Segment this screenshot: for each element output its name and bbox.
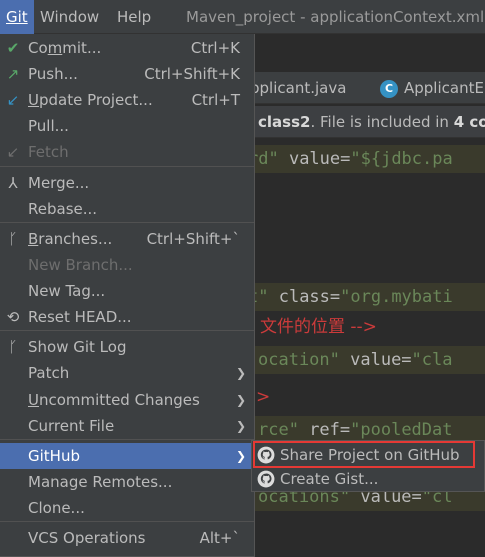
highlight-box: [253, 441, 475, 468]
menu-item-clone[interactable]: Clone...: [0, 495, 254, 521]
menu-item-label: Rebase...: [28, 200, 98, 218]
github-icon: [257, 470, 275, 488]
menu-item-push[interactable]: ↗ Push... Ctrl+Shift+K: [0, 61, 254, 87]
menu-item-label: Current File: [28, 417, 115, 435]
menu-item-label: Reset HEAD...: [28, 308, 132, 326]
shortcut-label: Ctrl+Shift+`: [146, 230, 240, 248]
menu-item-merge[interactable]: ⅄ Merge...: [0, 170, 254, 196]
window-title: Maven_project - applicationContext.xml [: [186, 8, 485, 26]
banner-count: 4 cont: [453, 113, 485, 131]
menu-item-label: Merge...: [28, 174, 90, 192]
code-attr: class=: [268, 287, 341, 307]
update-arrow-icon: ↙: [6, 91, 20, 109]
tab-label: ApplicantE: [404, 79, 484, 97]
submenu-item-label: Create Gist...: [280, 470, 379, 488]
reset-icon: ⟲: [6, 308, 20, 326]
code-string: "org.mybati: [340, 287, 453, 307]
menu-item-label: Push...: [28, 65, 78, 83]
menu-item-label: New Branch...: [28, 256, 133, 274]
git-log-icon: ᚴ: [8, 338, 18, 356]
menu-item-label: Commit...: [28, 39, 102, 57]
menu-item-rebase[interactable]: Rebase...: [0, 196, 254, 222]
menu-item-label: Update Project...: [28, 91, 153, 109]
menu-item-current-file[interactable]: Current File ❯: [0, 413, 254, 439]
menu-separator: [0, 330, 254, 331]
menu-separator: [0, 521, 254, 522]
tab-applicant-java[interactable]: pplicant.java: [250, 72, 346, 104]
chevron-right-icon: ❯: [235, 366, 246, 380]
banner-text: . File is included in: [310, 113, 454, 131]
menu-item-new-tag[interactable]: New Tag...: [0, 278, 254, 304]
menu-item-label: Uncommitted Changes: [28, 391, 200, 409]
git-menu: ✔ Commit... Ctrl+K ↗ Push... Ctrl+Shift+K ↙ Upd…: [0, 34, 255, 557]
menu-item-new-branch: New Branch...: [0, 252, 254, 278]
menu-item-vcs-operations[interactable]: VCS Operations Alt+`: [0, 525, 254, 551]
menu-item-label: Pull...: [28, 117, 69, 135]
menu-git[interactable]: Git: [0, 0, 34, 34]
menu-item-manage-remotes[interactable]: Manage Remotes...: [0, 469, 254, 495]
tab-applicant-e[interactable]: C ApplicantE: [380, 72, 484, 104]
code-attr: value=: [339, 350, 412, 370]
code-attr: value=: [278, 149, 351, 169]
menu-item-pull[interactable]: Pull...: [0, 113, 254, 139]
menu-git-label: Git: [6, 8, 28, 26]
code-string: rce": [258, 420, 299, 440]
code-string: ocation": [258, 350, 340, 370]
code-string: "cla: [411, 350, 453, 370]
menu-separator: [0, 166, 254, 167]
branch-icon: ᚴ: [8, 230, 18, 248]
menu-item-fetch: ↙ Fetch: [0, 139, 254, 165]
push-arrow-icon: ↗: [6, 65, 20, 83]
menu-item-label: Patch: [28, 364, 70, 382]
chevron-right-icon: ❯: [235, 449, 246, 463]
menu-item-label: Show Git Log: [28, 338, 127, 356]
menu-item-label: VCS Operations: [28, 529, 146, 547]
menu-separator: [0, 439, 254, 440]
menu-item-patch[interactable]: Patch ❯: [0, 360, 254, 386]
chevron-right-icon: ❯: [235, 419, 246, 433]
menu-window[interactable]: Window: [34, 0, 105, 34]
menu-item-label: Fetch: [28, 143, 69, 161]
menu-item-uncommitted-changes[interactable]: Uncommitted Changes ❯: [0, 387, 254, 413]
code-attr: ref=: [298, 420, 351, 440]
shortcut-label: Ctrl+K: [190, 39, 240, 57]
menu-item-label: Manage Remotes...: [28, 473, 173, 491]
menu-item-github[interactable]: GitHub ❯: [0, 443, 254, 469]
menu-item-branches[interactable]: ᚴ Branches... Ctrl+Shift+`: [0, 226, 254, 252]
code-string: "pooledDat: [350, 420, 453, 440]
shortcut-label: Alt+`: [199, 529, 240, 547]
menu-bar: Git Window Help Maven_project - applicat…: [0, 0, 485, 34]
code-string: "${jdbc.pa: [350, 149, 453, 169]
chevron-right-icon: ❯: [235, 393, 246, 407]
menu-item-label: GitHub: [28, 447, 80, 465]
shortcut-label: Ctrl+T: [191, 91, 240, 109]
class-icon: C: [380, 79, 398, 98]
check-icon: ✔: [6, 39, 20, 57]
menu-separator: [0, 222, 254, 223]
menu-item-reset-head[interactable]: ⟲ Reset HEAD...: [0, 304, 254, 330]
code-comment: >: [256, 387, 271, 407]
merge-icon: ⅄: [8, 174, 18, 192]
menu-item-label: Clone...: [28, 499, 85, 517]
menu-help-label: Help: [117, 8, 152, 26]
menu-item-label: New Tag...: [28, 282, 106, 300]
menu-window-label: Window: [40, 8, 100, 26]
tab-label: pplicant.java: [250, 79, 347, 97]
code-comment: 文件的位置 -->: [260, 317, 377, 337]
menu-help[interactable]: Help: [111, 0, 157, 34]
menu-item-commit[interactable]: ✔ Commit... Ctrl+K: [0, 35, 254, 61]
shortcut-label: Ctrl+Shift+K: [144, 65, 240, 83]
submenu-item-create-gist[interactable]: Create Gist...: [252, 467, 484, 491]
menu-item-update-project[interactable]: ↙ Update Project... Ctrl+T: [0, 87, 254, 113]
banner-class: class2: [258, 113, 311, 131]
menu-item-show-git-log[interactable]: ᚴ Show Git Log: [0, 334, 254, 360]
menu-item-label: Branches...: [28, 230, 113, 248]
fetch-icon: ↙: [6, 143, 20, 161]
